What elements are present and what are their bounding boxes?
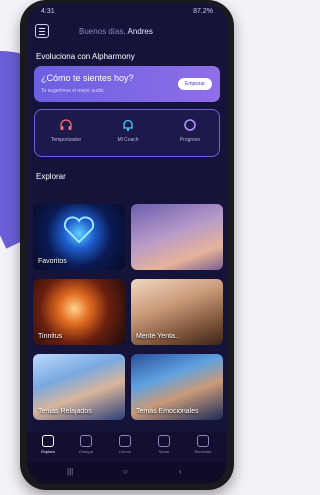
headphones-icon	[60, 119, 72, 130]
header: Buenos días, Andres	[27, 22, 227, 44]
menu-icon-line	[39, 34, 45, 35]
card-label: Favoritos	[38, 258, 67, 265]
card-favorites[interactable]: Favoritos	[33, 204, 125, 270]
card-mind[interactable]: Mente Yenta..	[131, 279, 223, 345]
compass-icon	[42, 435, 54, 447]
nav-sleep[interactable]: Dormir	[109, 435, 141, 454]
lotus-icon	[197, 435, 209, 447]
ring-icon	[184, 119, 196, 131]
bottom-nav: Explora Energía Dormir Sanar Bienestar	[27, 432, 227, 462]
banner-question: ¿Cómo te sientes hoy?	[41, 73, 134, 83]
card-tinnitus[interactable]: Tinnitus	[33, 279, 125, 345]
app-screen: 4:31 87.2% Buenos días, Andres Evolucion…	[27, 4, 227, 484]
menu-icon-line	[39, 31, 45, 32]
status-bar: 4:31 87.2%	[27, 4, 227, 22]
leaf-icon	[158, 435, 170, 447]
nav-label: Sanar	[158, 449, 170, 454]
card-label: Temas Relajados	[38, 408, 92, 415]
section-title: Evoluciona con Alpharmony	[36, 52, 135, 61]
menu-button[interactable]	[35, 24, 49, 38]
explore-title: Explorar	[36, 172, 66, 181]
bell-icon	[123, 119, 133, 131]
phone-frame: 4:31 87.2% Buenos días, Andres Evolucion…	[20, 0, 234, 490]
user-name: Andres	[127, 27, 153, 36]
greeting: Buenos días, Andres	[79, 27, 153, 36]
nav-wellness[interactable]: Bienestar	[187, 435, 219, 454]
banner-subtitle: Te sugerimos el mejor audio	[41, 88, 104, 94]
feature-coach[interactable]: Mi Coach	[101, 116, 155, 152]
nav-heal[interactable]: Sanar	[148, 435, 180, 454]
nav-explore[interactable]: Explora	[32, 435, 64, 454]
status-battery: 87.2%	[193, 8, 213, 15]
bolt-icon	[80, 435, 92, 447]
card-label: Temas Emocionales	[136, 408, 199, 415]
heart-icon	[63, 216, 95, 244]
nav-label: Energía	[78, 449, 93, 454]
home-button[interactable]: ○	[123, 467, 128, 476]
back-button[interactable]: ‹	[179, 467, 182, 476]
nav-label: Bienestar	[194, 449, 212, 454]
greeting-text: Buenos días,	[79, 27, 126, 36]
nav-label: Dormir	[119, 449, 131, 454]
mood-banner[interactable]: ¿Cómo te sientes hoy? Te sugerimos el me…	[34, 66, 220, 102]
nav-energy[interactable]: Energía	[70, 435, 102, 454]
card-label: Mente Yenta..	[136, 333, 179, 340]
feature-progress[interactable]: Progreso	[163, 116, 217, 152]
recents-button[interactable]: |||	[67, 467, 73, 476]
feature-label: Temporizador	[50, 137, 82, 143]
feature-label: Mi Coach	[117, 137, 139, 143]
feature-timer[interactable]: Temporizador	[39, 116, 93, 152]
card-label: Tinnitus	[38, 333, 63, 340]
features-panel: Temporizador Mi Coach Progreso	[34, 109, 220, 157]
nav-label: Explora	[41, 449, 55, 454]
card-relax[interactable]: Temas Relajados	[33, 354, 125, 420]
moon-icon	[119, 435, 131, 447]
system-nav: ||| ○ ‹	[27, 462, 227, 484]
status-time: 4:31	[41, 8, 55, 15]
menu-icon	[39, 28, 45, 29]
card-baby[interactable]	[131, 204, 223, 270]
card-emotional[interactable]: Temas Emocionales	[131, 354, 223, 420]
start-button[interactable]: Empezar	[178, 78, 212, 90]
feature-label: Progreso	[179, 137, 201, 143]
